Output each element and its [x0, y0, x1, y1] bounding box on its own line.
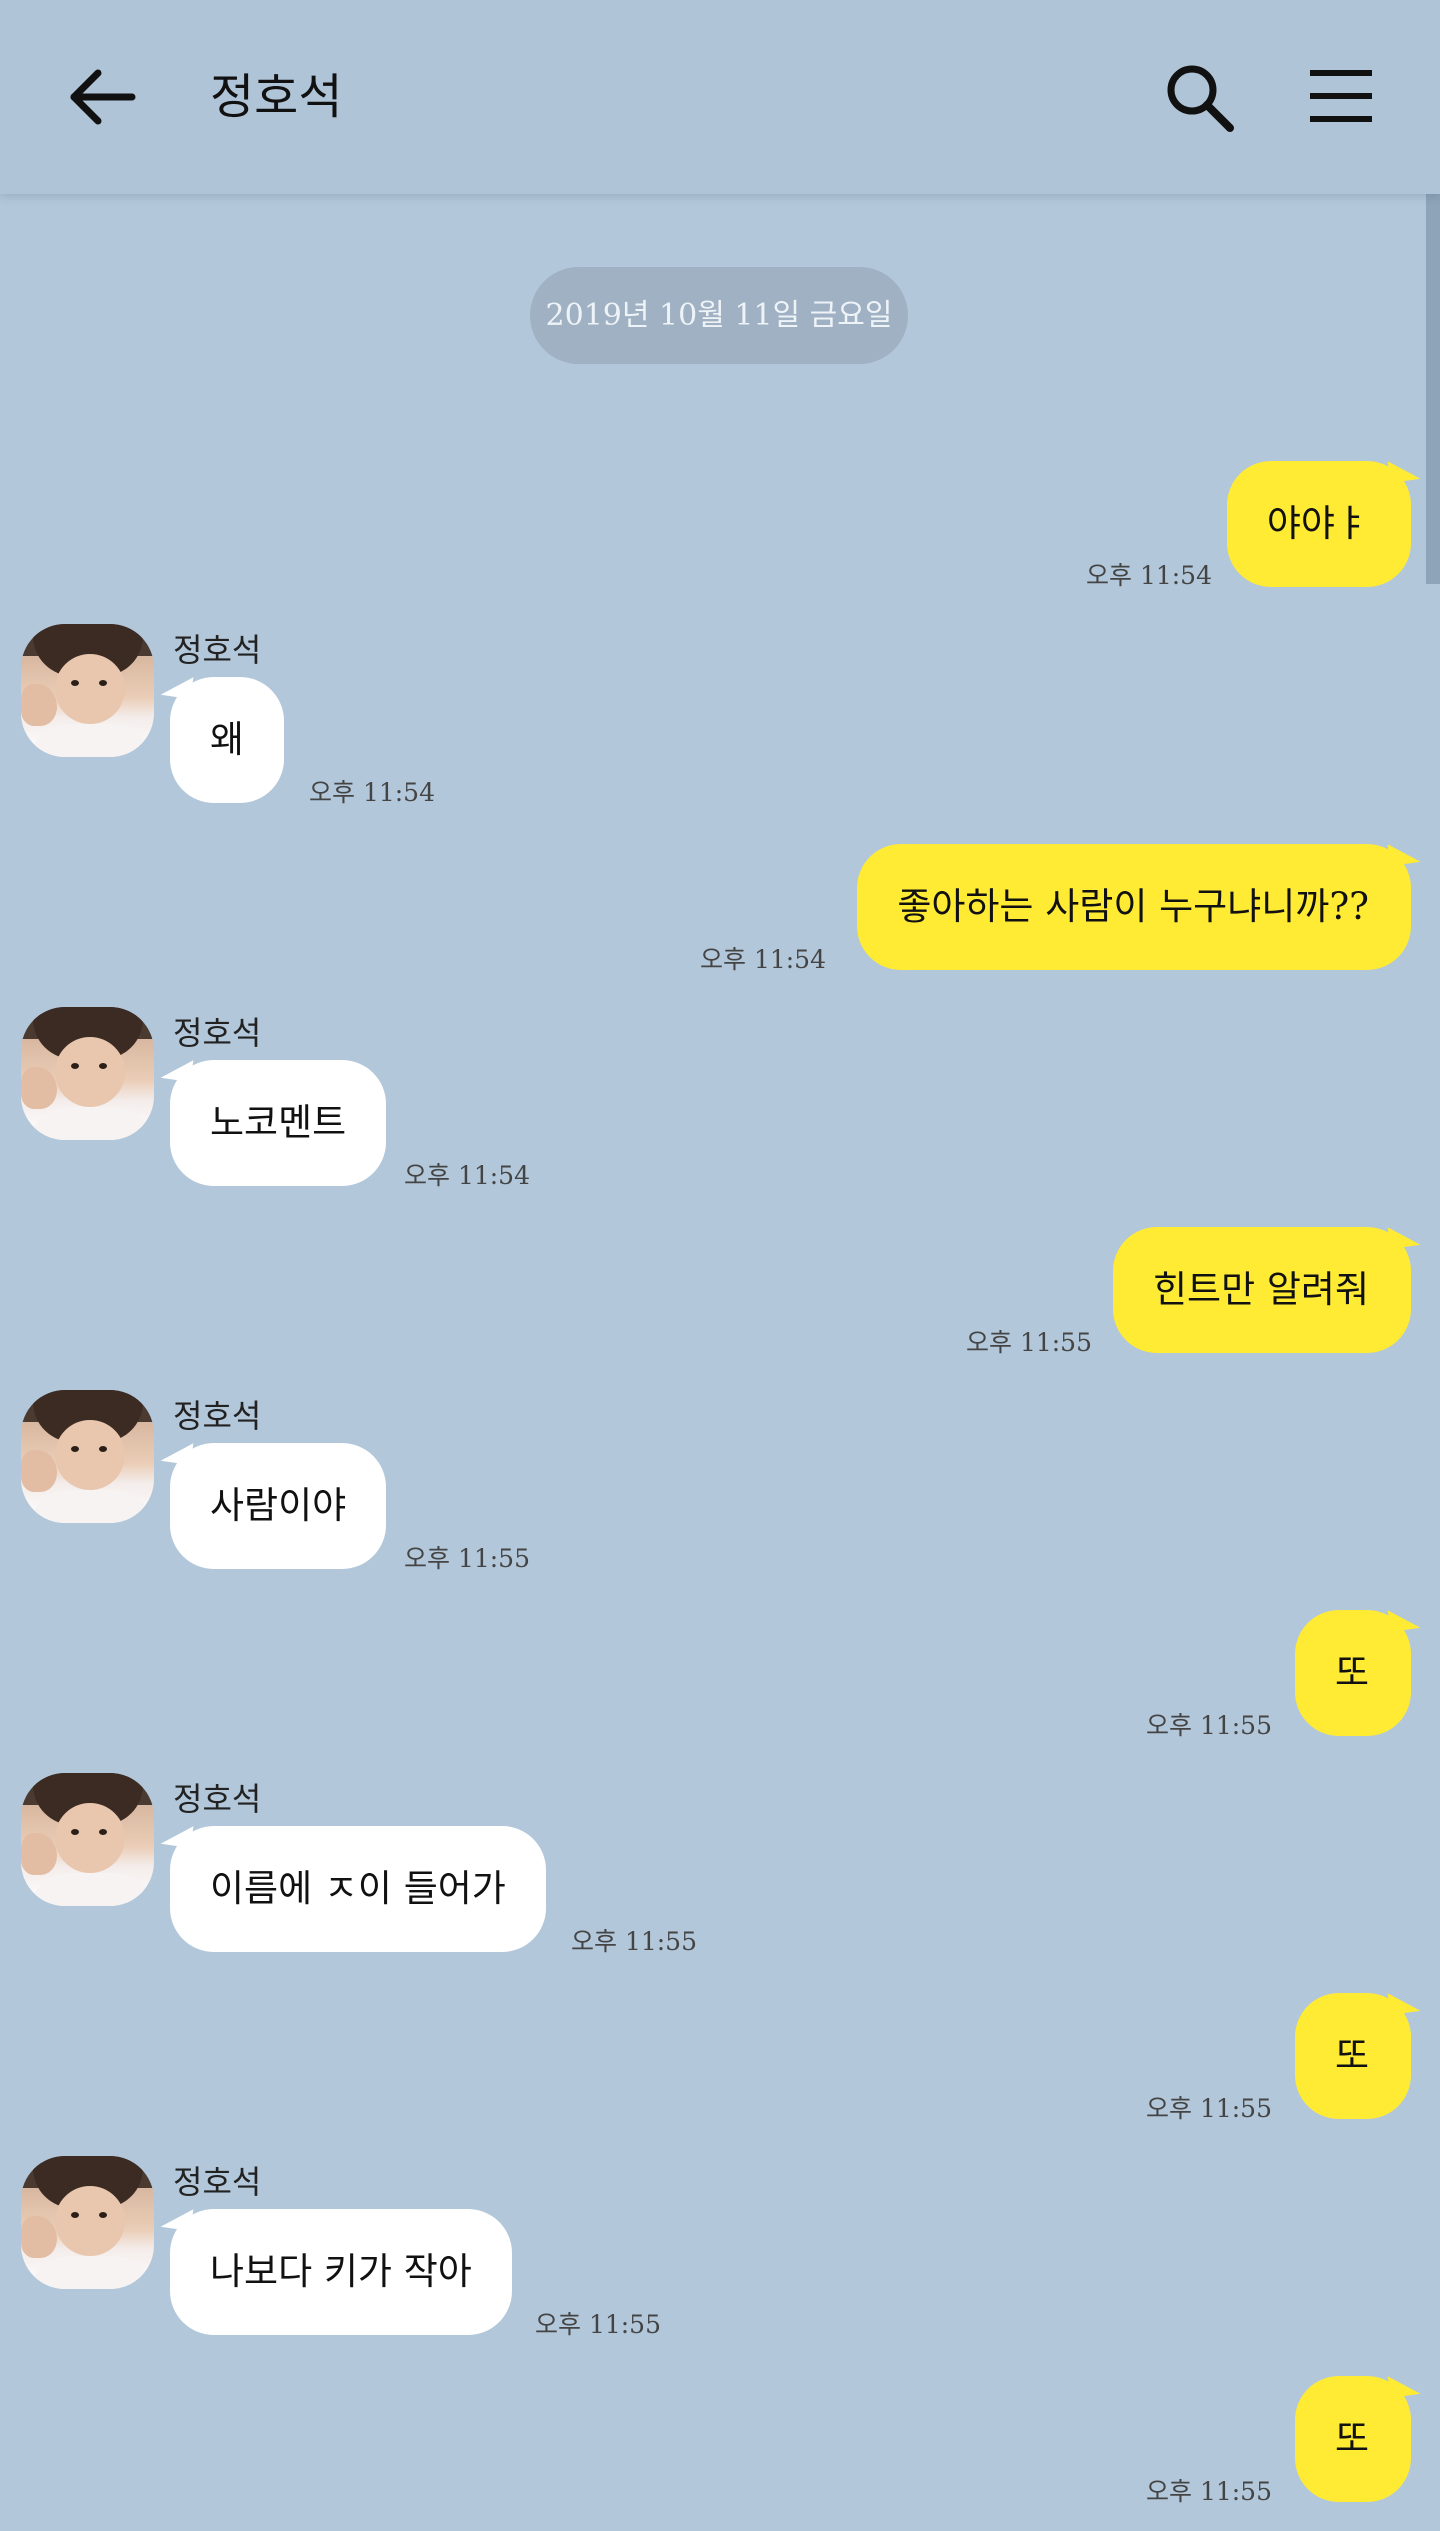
search-icon [1167, 65, 1234, 132]
scrollbar[interactable] [1426, 194, 1440, 584]
message-time: 오후 11:55 [535, 2310, 661, 2339]
message-time: 오후 11:55 [1146, 1711, 1272, 1740]
avatar[interactable] [21, 1390, 154, 1523]
their-message-bubble[interactable]: 왜 [170, 677, 285, 803]
sender-name: 정호석 [173, 631, 262, 669]
their-message-bubble[interactable]: 이름에 ㅈ이 들어가 [170, 1826, 546, 1952]
menu-button[interactable] [1302, 58, 1382, 138]
message-time: 오후 11:54 [1086, 561, 1212, 590]
my-message-bubble[interactable]: 좋아하는 사람이 누구냐니까?? [857, 844, 1411, 970]
my-message-bubble[interactable]: 야야ㅑ [1226, 461, 1411, 587]
avatar[interactable] [21, 1773, 154, 1906]
message-time: 오후 11:54 [700, 945, 826, 974]
message-time: 오후 11:55 [1146, 2477, 1272, 2506]
my-message-bubble[interactable]: 또 [1294, 1993, 1411, 2119]
message-time: 오후 11:54 [309, 778, 435, 807]
back-arrow-icon [70, 69, 136, 125]
back-button[interactable] [62, 57, 142, 137]
message-time: 오후 11:55 [966, 1328, 1092, 1357]
sender-name: 정호석 [173, 1014, 262, 1052]
my-message-bubble[interactable]: 또 [1294, 1610, 1411, 1736]
chat-header: 정호석 [0, 0, 1440, 194]
message-time: 오후 11:55 [571, 1927, 697, 1956]
their-message-bubble[interactable]: 노코멘트 [170, 1060, 387, 1186]
hamburger-menu-icon [1310, 70, 1372, 122]
their-message-bubble[interactable]: 사람이야 [170, 1443, 387, 1569]
message-time: 오후 11:55 [404, 1544, 530, 1573]
their-message-bubble[interactable]: 나보다 키가 작아 [170, 2209, 512, 2335]
message-time: 오후 11:54 [404, 1161, 530, 1190]
avatar[interactable] [21, 624, 154, 757]
sender-name: 정호석 [173, 1780, 262, 1818]
search-button[interactable] [1160, 58, 1240, 138]
avatar[interactable] [21, 1007, 154, 1140]
my-message-bubble[interactable]: 또 [1294, 2376, 1411, 2502]
date-divider: 2019년 10월 11일 금요일 [530, 267, 908, 364]
chat-title: 정호석 [210, 69, 343, 125]
avatar[interactable] [21, 2156, 154, 2289]
sender-name: 정호석 [173, 2163, 262, 2201]
message-time: 오후 11:55 [1146, 2094, 1272, 2123]
my-message-bubble[interactable]: 힌트만 알려줘 [1112, 1227, 1411, 1353]
sender-name: 정호석 [173, 1397, 262, 1435]
